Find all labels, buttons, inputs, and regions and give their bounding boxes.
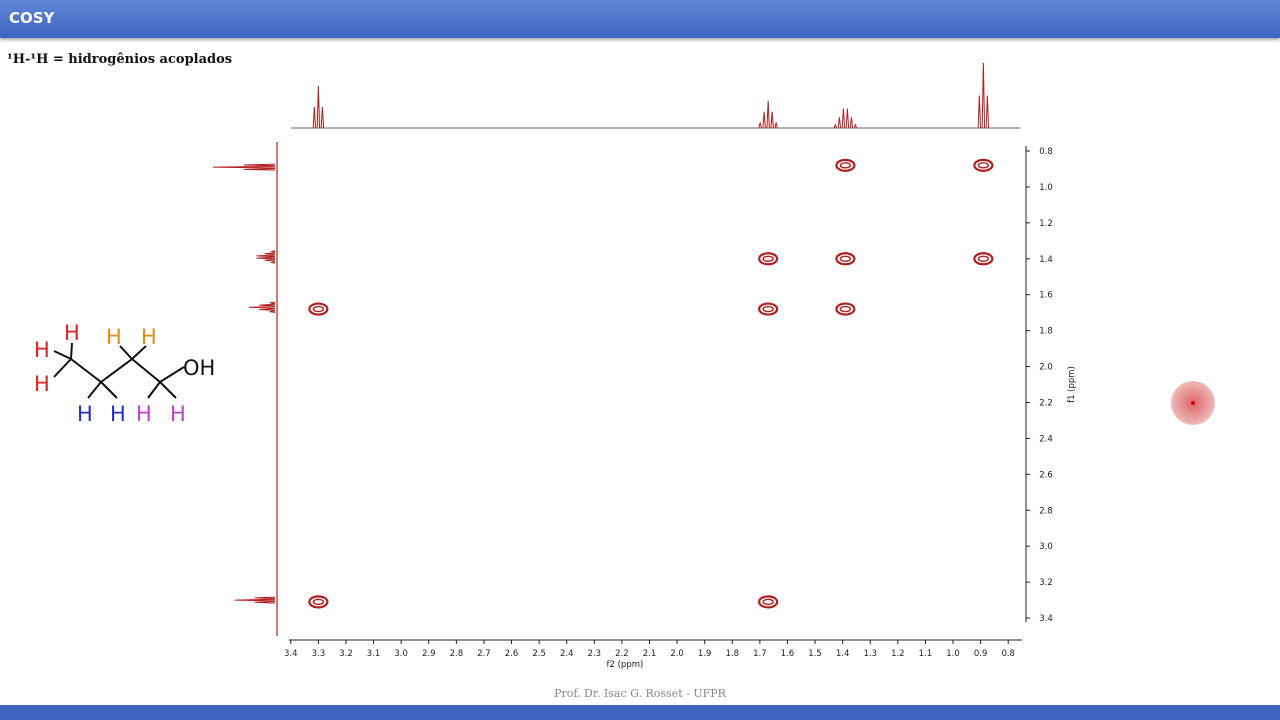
bond-c2-h-left <box>87 381 102 399</box>
bond-c2-h-right <box>100 381 118 399</box>
footer-bar <box>0 705 1280 720</box>
bond-c2-c3 <box>100 358 133 383</box>
h-ch3-left: H <box>34 338 50 362</box>
h-ch2-c3-right: H <box>141 325 157 349</box>
butanol-structure: H H H H H H H H H OH <box>34 321 215 426</box>
bond-c3-h-left <box>119 345 133 360</box>
h-ch2-c3-left: H <box>106 325 122 349</box>
h-ch2-c2-left: H <box>77 402 93 426</box>
h-ch3-top: H <box>64 321 80 345</box>
bond-c3-c4 <box>131 358 161 383</box>
h-ch2-c4-right: H <box>170 402 186 426</box>
h-ch2-c2-right: H <box>110 402 126 426</box>
h-ch3-bottom: H <box>34 372 50 396</box>
footer-credit: Prof. Dr. Isac G. Rosset - UFPR <box>554 687 726 700</box>
h-ch2-c4-left: H <box>136 402 152 426</box>
laser-pointer <box>1171 381 1215 425</box>
bond-c1-h-top <box>70 342 73 360</box>
bond-c4-h-right <box>159 381 177 399</box>
bond-c1-c2 <box>70 358 102 383</box>
oh-label: OH <box>183 356 215 380</box>
bond-c4-o <box>159 366 185 383</box>
bond-c1-h-bottom <box>53 358 72 378</box>
laser-pointer-dot <box>1191 401 1195 405</box>
bond-c1-h-left <box>53 350 72 360</box>
molecule-bonds <box>53 342 185 399</box>
bond-c4-h-left <box>147 381 161 399</box>
